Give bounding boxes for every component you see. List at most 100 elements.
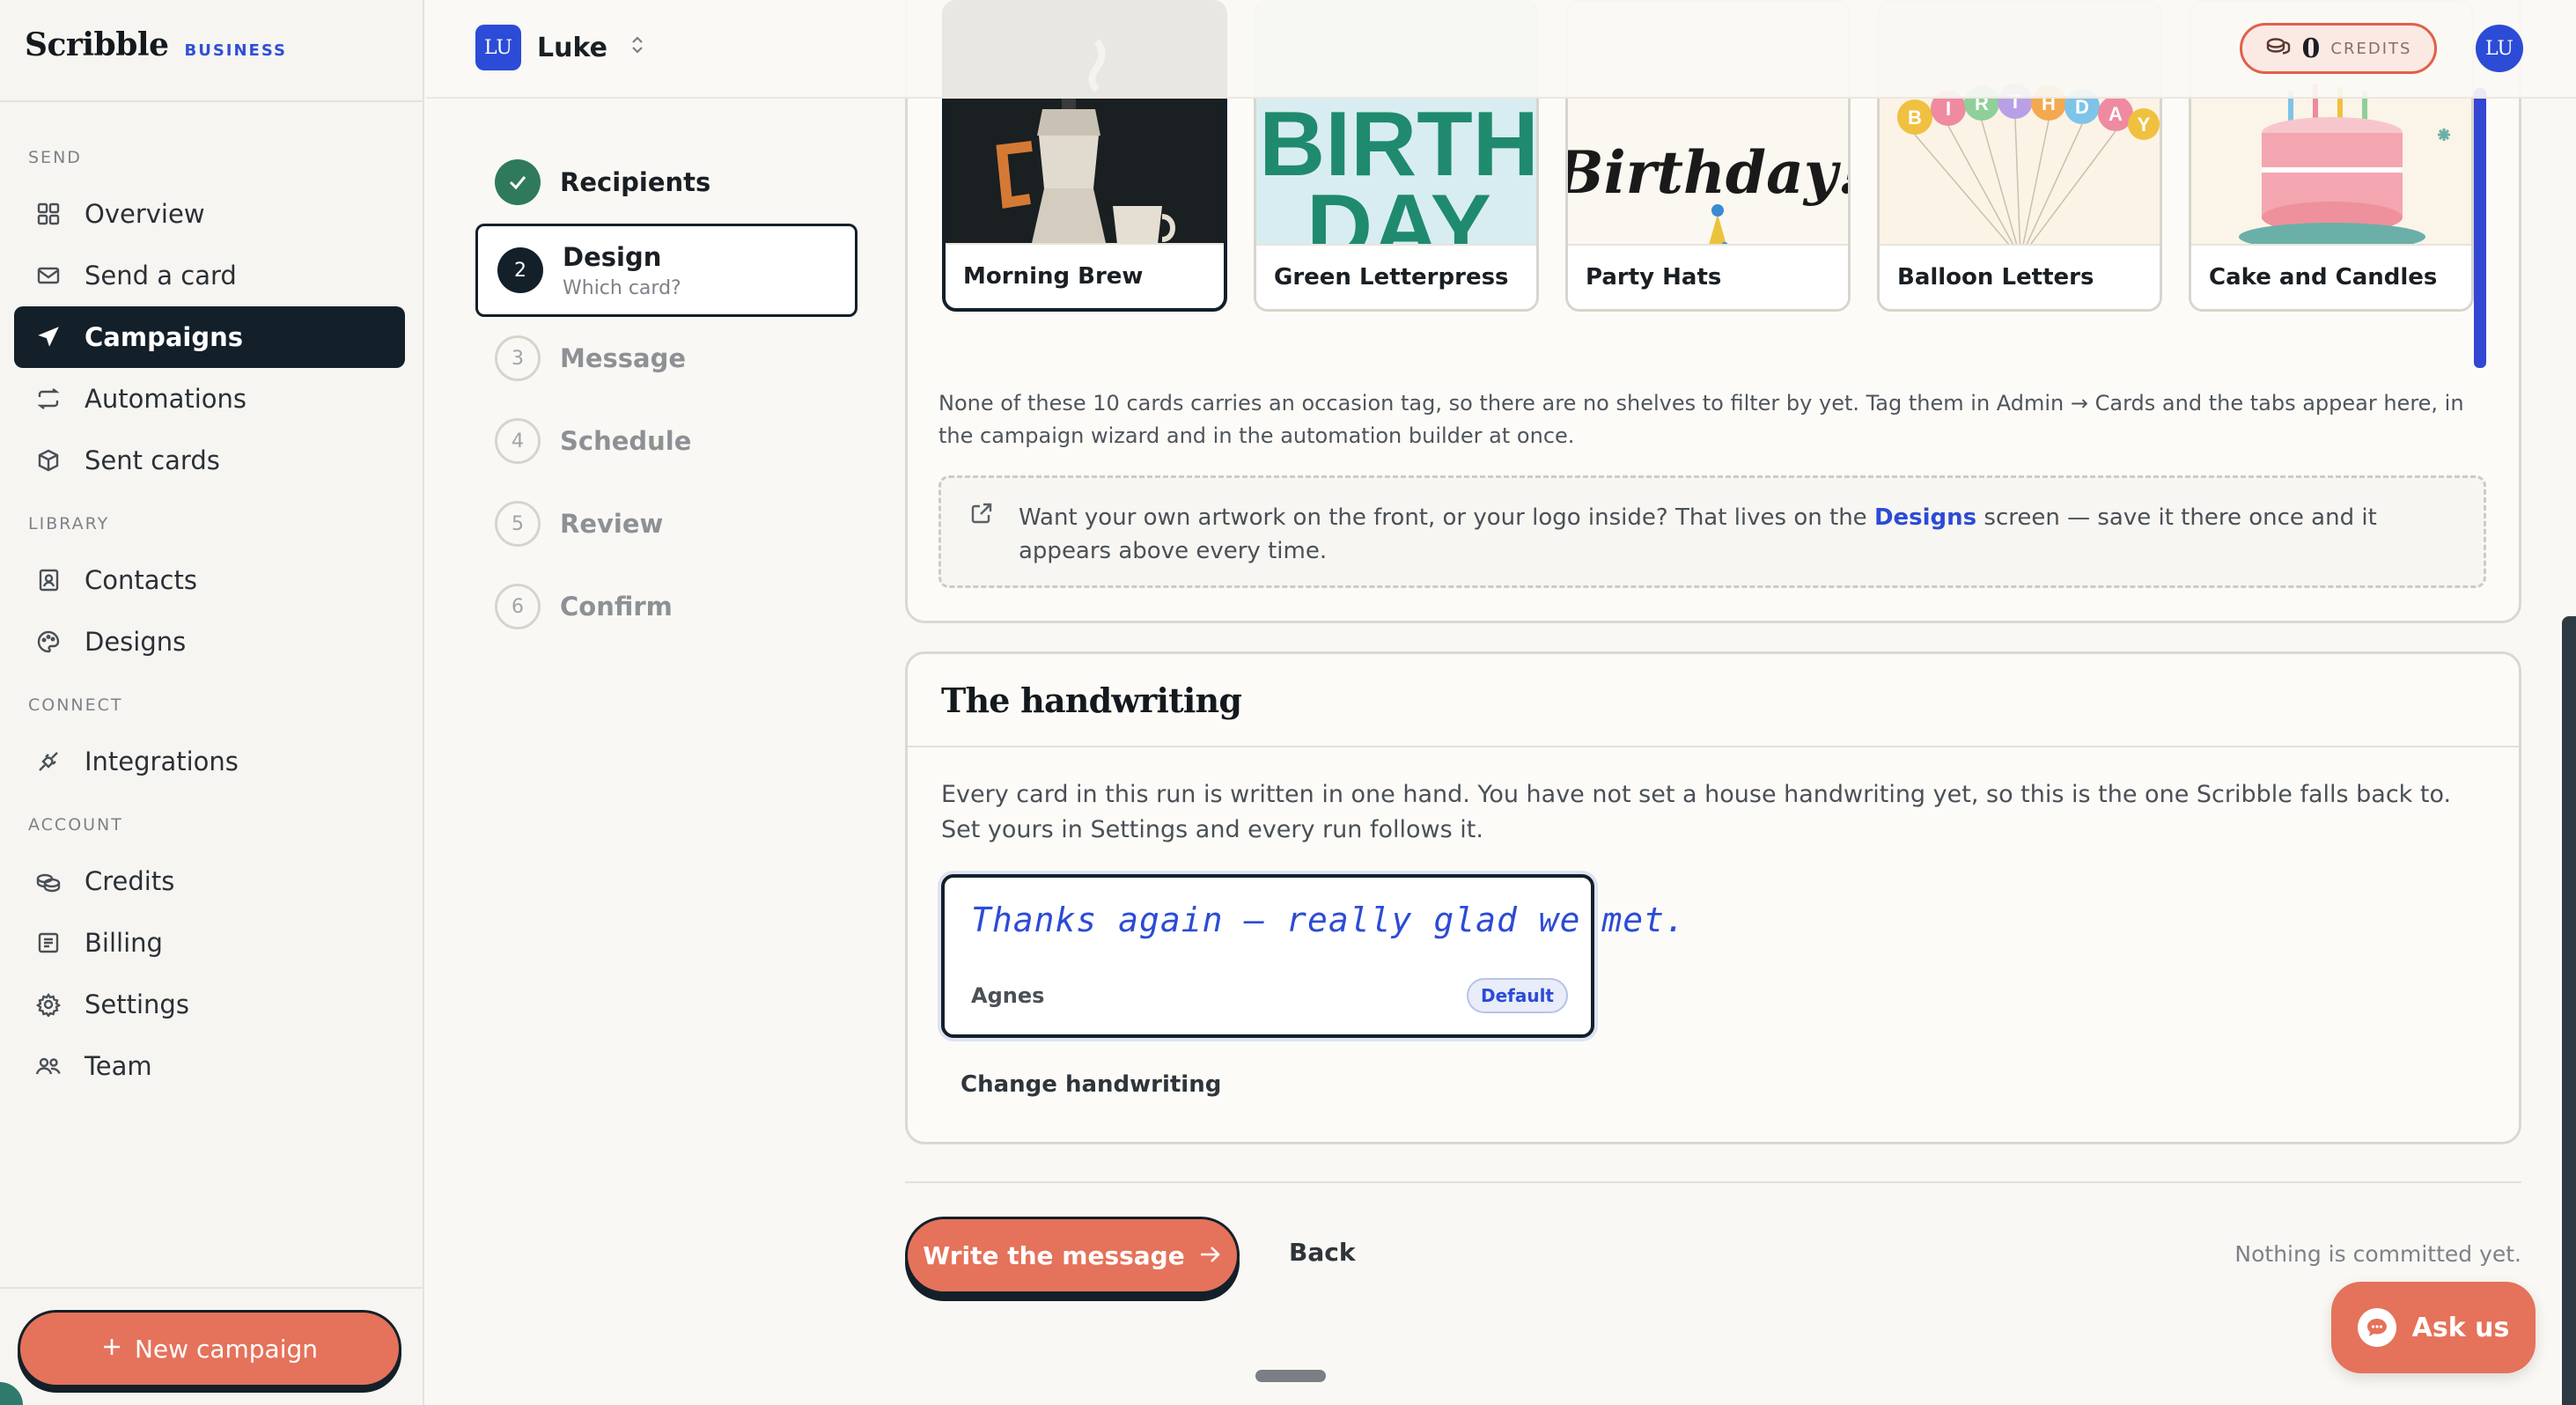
sidebar-item-label: Settings — [85, 989, 189, 1019]
plus-icon — [101, 1335, 122, 1364]
sidebar-item-contacts[interactable]: Contacts — [14, 549, 405, 611]
sidebar-item-label: Overview — [85, 199, 205, 229]
sidebar-item-team[interactable]: Team — [14, 1035, 405, 1097]
sidebar-item-integrations[interactable]: Integrations — [14, 731, 405, 792]
step-number: 2 — [497, 247, 543, 293]
card-name: Party Hats — [1568, 244, 1848, 309]
ask-us-label: Ask us — [2411, 1312, 2510, 1343]
sidebar-item-settings[interactable]: Settings — [14, 974, 405, 1035]
nav-section-send: SEND — [28, 148, 82, 167]
envelope-icon — [33, 261, 63, 291]
handwriting-sample-card[interactable]: Thanks again — really glad we met. Agnes… — [941, 874, 1685, 1038]
step-confirm[interactable]: 6 Confirm — [475, 565, 857, 648]
user-avatar[interactable]: LU — [2476, 25, 2523, 72]
gear-icon — [33, 989, 63, 1019]
new-campaign-button[interactable]: New campaign — [18, 1310, 401, 1387]
card-grid-scrollbar[interactable] — [2474, 88, 2486, 368]
balloon-letter: D — [2075, 96, 2089, 118]
sidebar-item-credits[interactable]: Credits — [14, 850, 405, 912]
step-number: 6 — [495, 584, 541, 629]
receipt-icon — [33, 928, 63, 958]
card-grid: Morning Brew BIRTH DAY Green Letterpress… — [942, 0, 2474, 364]
page-scrollbar[interactable] — [2562, 616, 2576, 1405]
sidebar-item-sent-cards[interactable]: Sent cards — [14, 430, 405, 491]
sidebar-item-billing[interactable]: Billing — [14, 912, 405, 974]
occasion-tag-note: None of these 10 cards carries an occasi… — [938, 391, 2464, 448]
step-text: Design Which card? — [563, 242, 681, 299]
drag-handle[interactable] — [1255, 1370, 1326, 1382]
new-campaign-label: New campaign — [134, 1334, 319, 1364]
step-number: 5 — [495, 501, 541, 547]
write-message-label: Write the message — [923, 1240, 1185, 1270]
box-icon — [33, 445, 63, 475]
workspace-switcher[interactable]: LU Luke — [475, 25, 644, 70]
step-design[interactable]: 2 Design Which card? — [475, 224, 857, 317]
brand-name: Scribble — [25, 26, 169, 63]
brand-logo[interactable]: Scribble BUSINESS — [25, 26, 287, 76]
step-label: Review — [560, 509, 664, 539]
sidebar-item-label: Contacts — [85, 565, 197, 595]
credits-count: 0 — [2301, 33, 2321, 64]
credits-label: CREDITS — [2330, 39, 2412, 58]
plug-icon — [33, 747, 63, 776]
sidebar-item-label: Send a card — [85, 261, 237, 291]
divider — [0, 1287, 424, 1289]
write-message-button[interactable]: Write the message — [905, 1217, 1240, 1294]
sidebar-item-label: Team — [85, 1051, 152, 1081]
step-label: Schedule — [560, 426, 692, 456]
divider — [0, 100, 424, 102]
sidebar-item-designs[interactable]: Designs — [14, 611, 405, 673]
divider — [905, 1181, 2521, 1183]
nav-section-connect: CONNECT — [28, 695, 123, 715]
handwriting-name: Agnes — [971, 983, 1045, 1008]
step-label: Message — [560, 343, 687, 373]
top-bar: LU Luke 0 CREDITS LU — [426, 0, 2576, 99]
nav-section-library: LIBRARY — [28, 514, 110, 533]
sidebar-item-label: Integrations — [85, 747, 239, 776]
balloon-letter: I — [1946, 98, 1951, 120]
sidebar-item-send-a-card[interactable]: Send a card — [14, 245, 405, 306]
send-icon — [33, 322, 63, 352]
sidebar-item-label: Credits — [85, 866, 175, 896]
divider — [908, 746, 2519, 747]
credits-pill[interactable]: 0 CREDITS — [2240, 23, 2437, 74]
step-review[interactable]: 5 Review — [475, 482, 857, 565]
step-schedule[interactable]: 4 Schedule — [475, 400, 857, 482]
workspace-name: Luke — [537, 32, 607, 63]
chat-bubble-icon — [2357, 1308, 2396, 1347]
step-recipients[interactable]: Recipients — [475, 141, 857, 224]
sidebar-item-automations[interactable]: Automations — [14, 368, 405, 430]
sidebar-item-label: Designs — [85, 627, 187, 657]
commit-status: Nothing is committed yet. — [2234, 1241, 2521, 1267]
default-badge: Default — [1466, 978, 1568, 1013]
back-button[interactable]: Back — [1289, 1238, 1355, 1267]
sidebar-item-label: Sent cards — [85, 445, 220, 475]
balloon-letter: B — [1908, 107, 1922, 129]
step-label: Design — [563, 241, 662, 272]
designs-link[interactable]: Designs — [1874, 504, 1976, 531]
sidebar-nav: SEND Overview Send a card Campaigns Auto… — [0, 132, 424, 1097]
step-number: 3 — [495, 335, 541, 381]
handwriting-description: Every card in this run is written in one… — [941, 781, 2452, 843]
repeat-icon — [33, 384, 63, 414]
sidebar-item-overview[interactable]: Overview — [14, 183, 405, 245]
step-message[interactable]: 3 Message — [475, 317, 857, 400]
sidebar-item-campaigns[interactable]: Campaigns — [14, 306, 405, 368]
sidebar-item-label: Campaigns — [85, 322, 244, 352]
change-handwriting-button[interactable]: Change handwriting — [960, 1071, 1221, 1098]
sidebar: Scribble BUSINESS SEND Overview Send a c… — [0, 0, 424, 1405]
designs-hint-text: Want your own artwork on the front, or y… — [1019, 501, 2445, 585]
external-link-icon — [969, 501, 996, 585]
check-icon — [495, 159, 541, 205]
ask-us-button[interactable]: Ask us — [2331, 1282, 2536, 1373]
handwriting-sample-text: Thanks again — really glad we met. — [971, 901, 1686, 939]
handwriting-title: The handwriting — [941, 680, 1242, 720]
team-icon — [33, 1051, 63, 1081]
brand-tag: BUSINESS — [184, 41, 287, 60]
step-label: Confirm — [560, 592, 673, 622]
nav-section-account: ACCOUNT — [28, 815, 123, 835]
step-label: Recipients — [560, 167, 711, 197]
hint-text-start: Want your own artwork on the front, or y… — [1019, 504, 1874, 531]
card-name: Cake and Candles — [2191, 244, 2471, 309]
balloon-letter: Y — [2138, 114, 2151, 136]
